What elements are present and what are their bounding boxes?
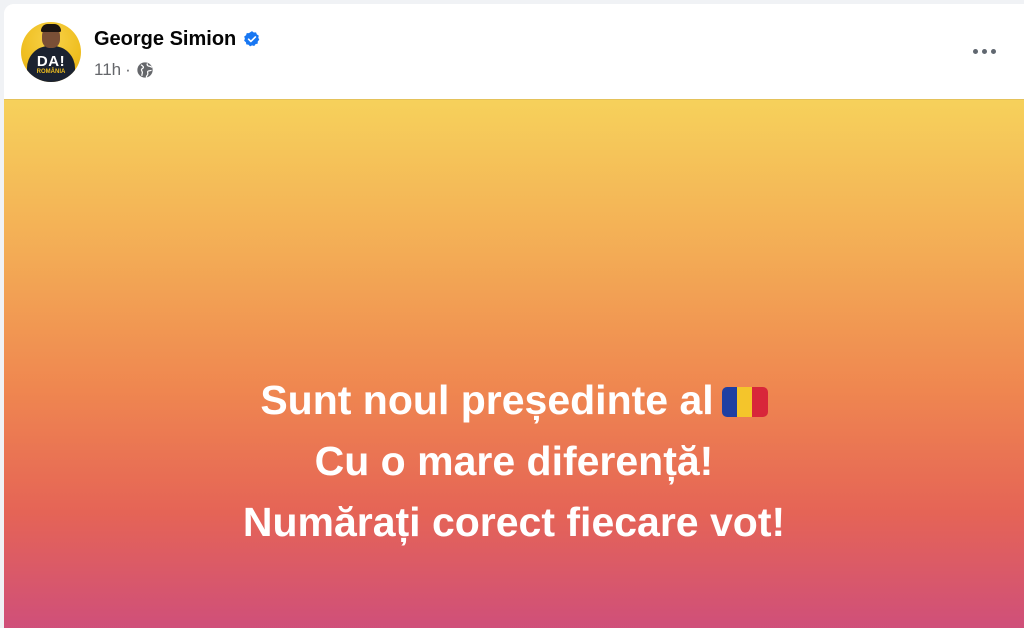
post-meta: 11h ·: [94, 58, 154, 82]
avatar-logo-subtext: ROMÂNIA: [36, 69, 66, 75]
post-text-line-1-text: Sunt noul președinte al: [260, 377, 714, 423]
post-text-line-1: Sunt noul președinte al: [4, 370, 1024, 431]
post-timestamp[interactable]: 11h: [94, 60, 121, 80]
author-avatar[interactable]: DA! ROMÂNIA: [21, 22, 81, 82]
romania-flag-icon: [721, 375, 768, 417]
globe-icon[interactable]: [136, 61, 154, 79]
post-card: DA! ROMÂNIA George Simion 11h · Sunt nou…: [4, 4, 1024, 628]
verified-badge-icon: [243, 30, 261, 48]
author-name[interactable]: George Simion: [94, 28, 236, 51]
meta-separator: ·: [125, 60, 131, 79]
post-background: Sunt noul președinte al Cu o mare difere…: [4, 99, 1024, 628]
post-text-line-2: Cu o mare diferență!: [314, 438, 714, 484]
post-header: DA! ROMÂNIA George Simion 11h ·: [4, 4, 1024, 99]
avatar-hair: [41, 24, 61, 32]
more-options-button[interactable]: [964, 33, 1004, 69]
post-text-line-3: Numărați corect fiecare vot!: [242, 499, 786, 545]
avatar-logo-text: DA!: [36, 53, 66, 70]
author-row: George Simion: [94, 26, 261, 52]
post-text: Sunt noul președinte al Cu o mare difere…: [4, 370, 1024, 553]
ellipsis-icon: [971, 48, 998, 54]
